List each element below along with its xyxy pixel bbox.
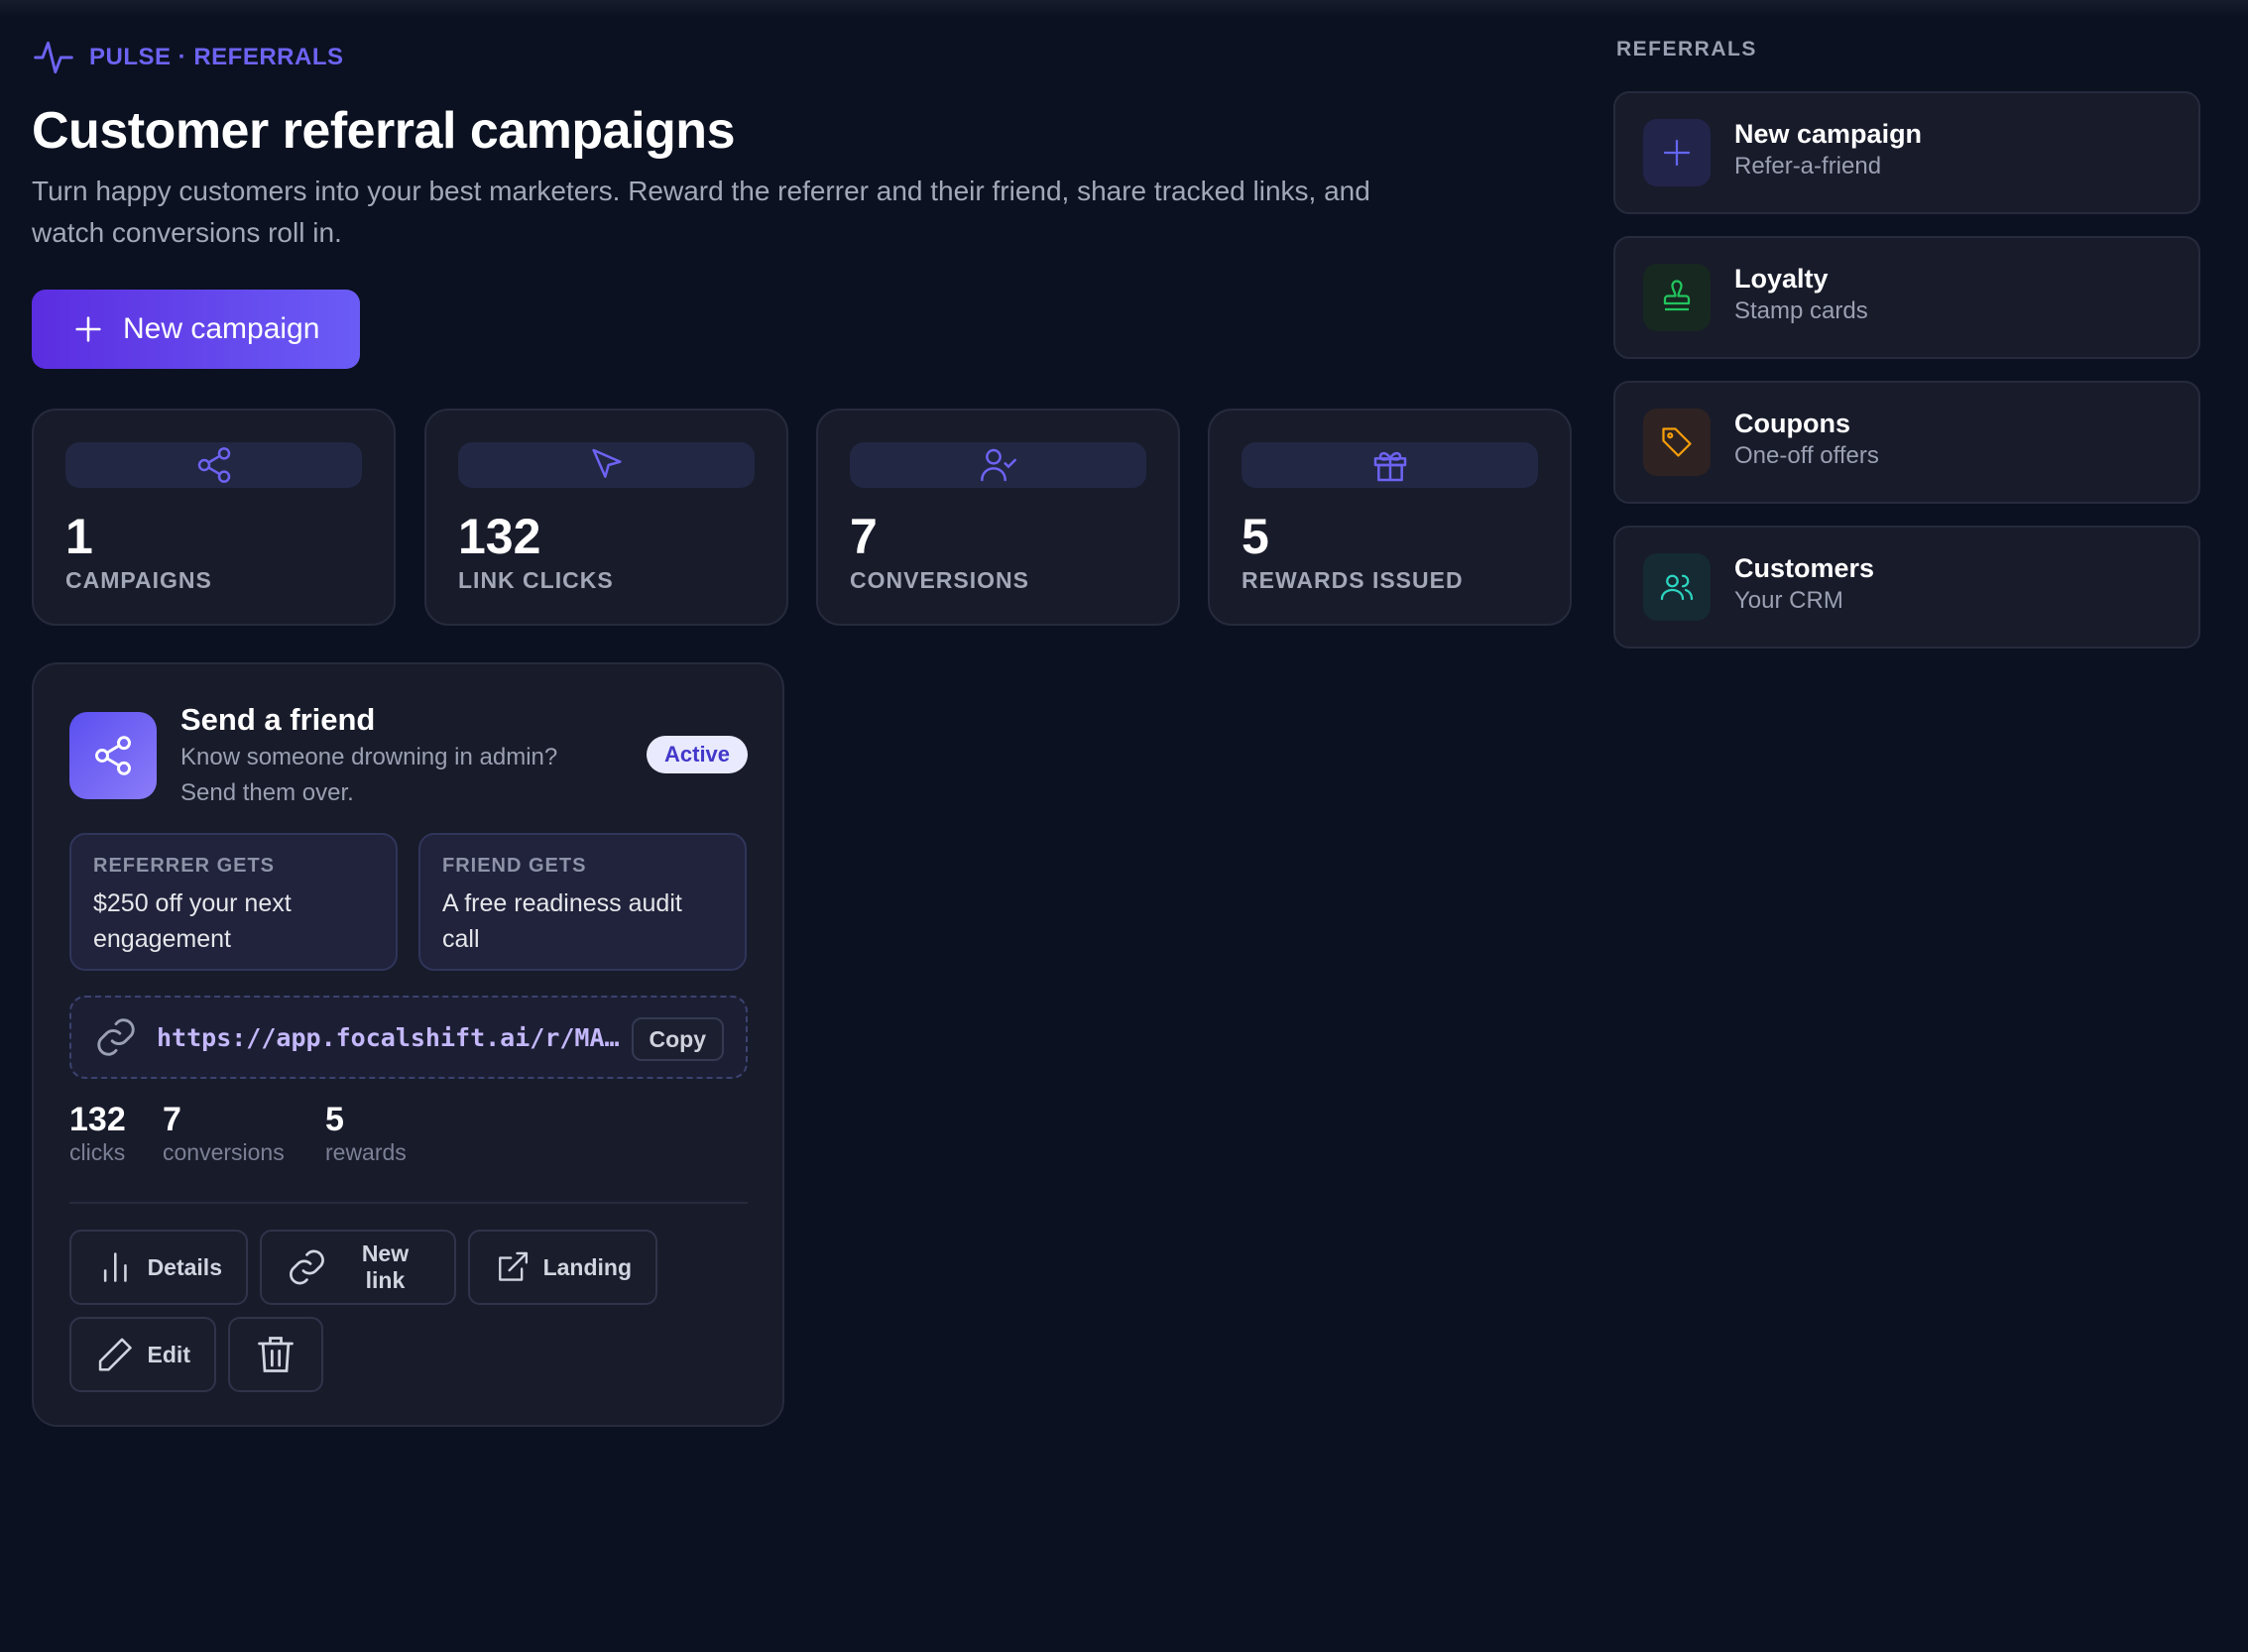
details-button[interactable]: Details <box>69 1230 248 1305</box>
link-icon <box>290 1249 324 1285</box>
referral-link-box: https://app.focalshift.ai/r/MAV… Copy <box>69 996 748 1079</box>
stat-label: REWARDS ISSUED <box>1242 567 1464 593</box>
sidebar-item-customers[interactable]: Customers Your CRM <box>1613 526 2200 649</box>
metric-label: rewards <box>325 1139 407 1165</box>
friend-reward-label: FRIEND GETS <box>442 855 587 877</box>
details-label: Details <box>147 1253 222 1280</box>
stat-card-rewards: 5 REWARDS ISSUED <box>1208 409 1572 626</box>
cursor-icon <box>591 448 622 478</box>
stat-value: 7 <box>850 509 878 564</box>
sidebar-item-loyalty[interactable]: Loyalty Stamp cards <box>1613 236 2200 359</box>
gift-icon <box>1373 451 1406 482</box>
sidebar-item-title: New campaign <box>1734 119 1923 149</box>
pulse-icon <box>34 41 73 74</box>
friend-reward: FRIEND GETS A free readiness audit call <box>418 833 747 971</box>
stat-card-link-clicks: 132 LINK CLICKS <box>424 409 788 626</box>
sidebar-item-subtitle: Stamp cards <box>1734 297 1868 324</box>
stat-icon-pill <box>458 442 755 488</box>
stat-icon-pill <box>65 442 362 488</box>
metric-value: 132 <box>69 1101 126 1138</box>
divider <box>69 1202 748 1204</box>
metric-clicks: 132 clicks <box>69 1101 126 1166</box>
metric-conversions: 7 conversions <box>163 1101 285 1166</box>
metric-value: 7 <box>163 1101 181 1138</box>
metric-value: 5 <box>325 1101 344 1138</box>
external-link-icon <box>499 1251 529 1281</box>
metric-label: conversions <box>163 1139 285 1165</box>
new-link-label: New link <box>361 1240 410 1293</box>
plus-icon <box>75 316 101 342</box>
campaign-name: Send a friend <box>180 702 376 737</box>
sidebar-icon-tile <box>1643 553 1711 621</box>
sidebar-item-subtitle: Refer-a-friend <box>1734 153 1882 179</box>
referral-link-url[interactable]: https://app.focalshift.ai/r/MAV… <box>157 1023 623 1052</box>
page-title: Customer referral campaigns <box>32 102 736 160</box>
stat-icon-pill <box>850 442 1146 488</box>
sidebar-icon-tile <box>1643 409 1711 476</box>
new-campaign-button[interactable]: New campaign <box>32 290 360 369</box>
sidebar-item-title: Customers <box>1734 553 1875 583</box>
breadcrumb: PULSE · REFERRALS <box>32 36 344 79</box>
stat-value: 5 <box>1242 509 1269 564</box>
trash-icon <box>258 1337 294 1372</box>
sidebar-item-title: Coupons <box>1734 409 1850 438</box>
sidebar-icon-tile <box>1643 264 1711 331</box>
breadcrumb-label: PULSE · REFERRALS <box>89 44 344 70</box>
stat-card-campaigns: 1 CAMPAIGNS <box>32 409 396 626</box>
page-subtitle: Turn happy customers into your best mark… <box>32 176 1370 248</box>
stat-label: CAMPAIGNS <box>65 567 212 593</box>
new-campaign-label: New campaign <box>123 312 320 345</box>
delete-button[interactable] <box>228 1317 323 1392</box>
sidebar-item-subtitle: One-off offers <box>1734 442 1879 469</box>
tag-icon <box>1662 427 1692 457</box>
stat-label: LINK CLICKS <box>458 567 614 593</box>
users-icon <box>1660 574 1694 601</box>
campaign-card: Send a friend Know someone drowning in a… <box>32 662 784 1427</box>
link-icon <box>97 1018 135 1056</box>
copy-link-button[interactable]: Copy <box>631 1017 724 1061</box>
metric-label: clicks <box>69 1139 126 1165</box>
landing-button[interactable]: Landing <box>468 1230 657 1305</box>
stat-icon-pill <box>1242 442 1538 488</box>
stamp-icon <box>1663 280 1691 311</box>
stat-card-conversions: 7 CONVERSIONS <box>816 409 1180 626</box>
sidebar-item-subtitle: Your CRM <box>1734 587 1843 614</box>
landing-label: Landing <box>542 1253 632 1280</box>
top-bar <box>0 0 2248 18</box>
stat-label: CONVERSIONS <box>850 567 1029 593</box>
friend-reward-value: A free readiness audit call <box>442 889 682 953</box>
edit-label: Edit <box>147 1341 190 1367</box>
campaign-description: Know someone drowning in admin? Send the… <box>180 744 558 806</box>
sidebar-item-coupons[interactable]: Coupons One-off offers <box>1613 381 2200 504</box>
stat-value: 132 <box>458 509 541 564</box>
sidebar-icon-tile <box>1643 119 1711 186</box>
user-check-icon <box>980 448 1016 482</box>
share-icon <box>95 736 131 775</box>
referrer-reward-value: $250 off your next engagement <box>93 889 292 953</box>
share-icon <box>197 447 230 483</box>
plus-icon <box>1663 139 1691 167</box>
sidebar-heading: REFERRALS <box>1616 38 1757 60</box>
referrer-reward: REFERRER GETS $250 off your next engagem… <box>69 833 398 971</box>
referrer-reward-label: REFERRER GETS <box>93 855 276 877</box>
metric-rewards: 5 rewards <box>325 1101 407 1166</box>
sidebar-item-title: Loyalty <box>1734 264 1829 294</box>
sidebar-item-new-campaign[interactable]: New campaign Refer-a-friend <box>1613 91 2200 214</box>
status-badge: Active <box>647 736 749 773</box>
campaign-avatar <box>69 712 157 799</box>
stat-value: 1 <box>65 509 93 564</box>
pencil-icon <box>98 1338 132 1371</box>
new-link-button[interactable]: New link <box>260 1230 456 1305</box>
edit-button[interactable]: Edit <box>69 1317 216 1392</box>
bar-chart-icon <box>103 1252 127 1282</box>
